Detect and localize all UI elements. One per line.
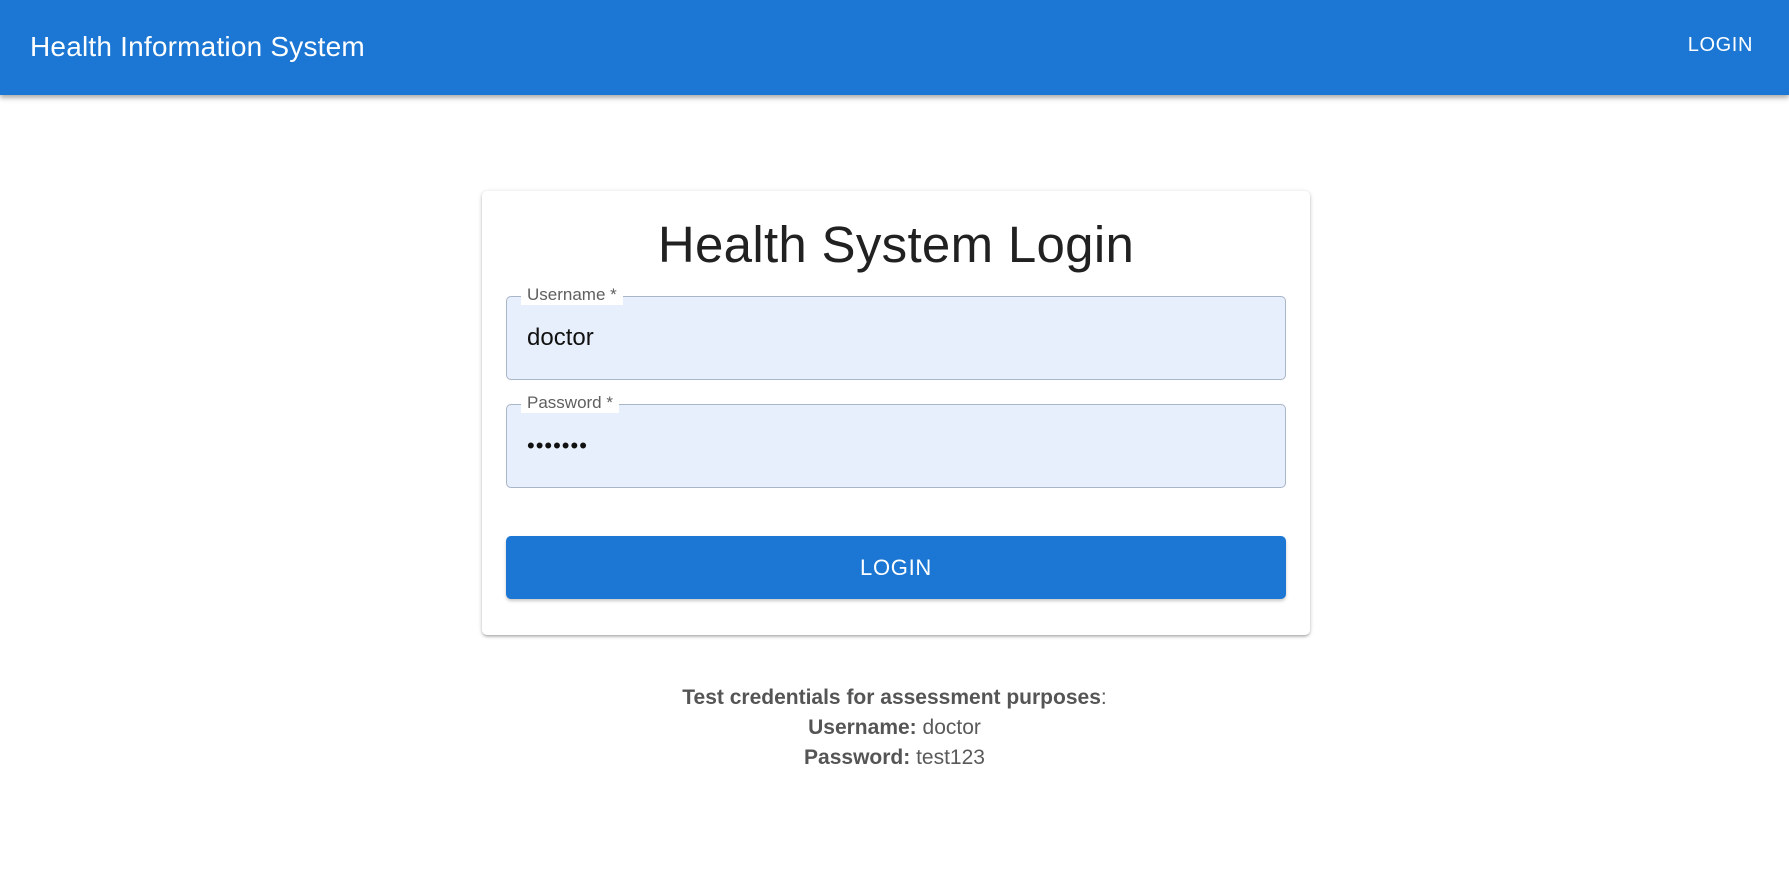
login-title: Health System Login	[657, 216, 1135, 273]
credentials-heading-line: Test credentials for assessment purposes…	[0, 683, 1789, 713]
credentials-password-value: test123	[916, 746, 985, 769]
credentials-heading-colon: :	[1100, 686, 1107, 709]
credentials-username-value: doctor	[922, 716, 981, 739]
credentials-password-label: Password:	[804, 746, 911, 769]
credentials-username-line: Username: doctor	[0, 713, 1789, 743]
login-card: Health System Login Username * Password …	[482, 191, 1310, 635]
credentials-username-label: Username:	[808, 716, 917, 739]
app-title: Health Information System	[30, 30, 365, 62]
login-submit-button[interactable]: LOGIN	[506, 536, 1286, 599]
username-field: Username *	[506, 285, 1286, 380]
test-credentials: Test credentials for assessment purposes…	[0, 683, 1789, 773]
credentials-heading: Test credentials for assessment purposes	[682, 686, 1101, 709]
password-field: Password *	[506, 393, 1286, 488]
username-input[interactable]	[527, 297, 1267, 379]
appbar-login-button[interactable]: LOGIN	[1682, 26, 1759, 65]
credentials-password-line: Password: test123	[0, 743, 1789, 773]
app-bar: Health Information System LOGIN	[0, 0, 1789, 95]
password-input[interactable]	[527, 405, 1267, 487]
